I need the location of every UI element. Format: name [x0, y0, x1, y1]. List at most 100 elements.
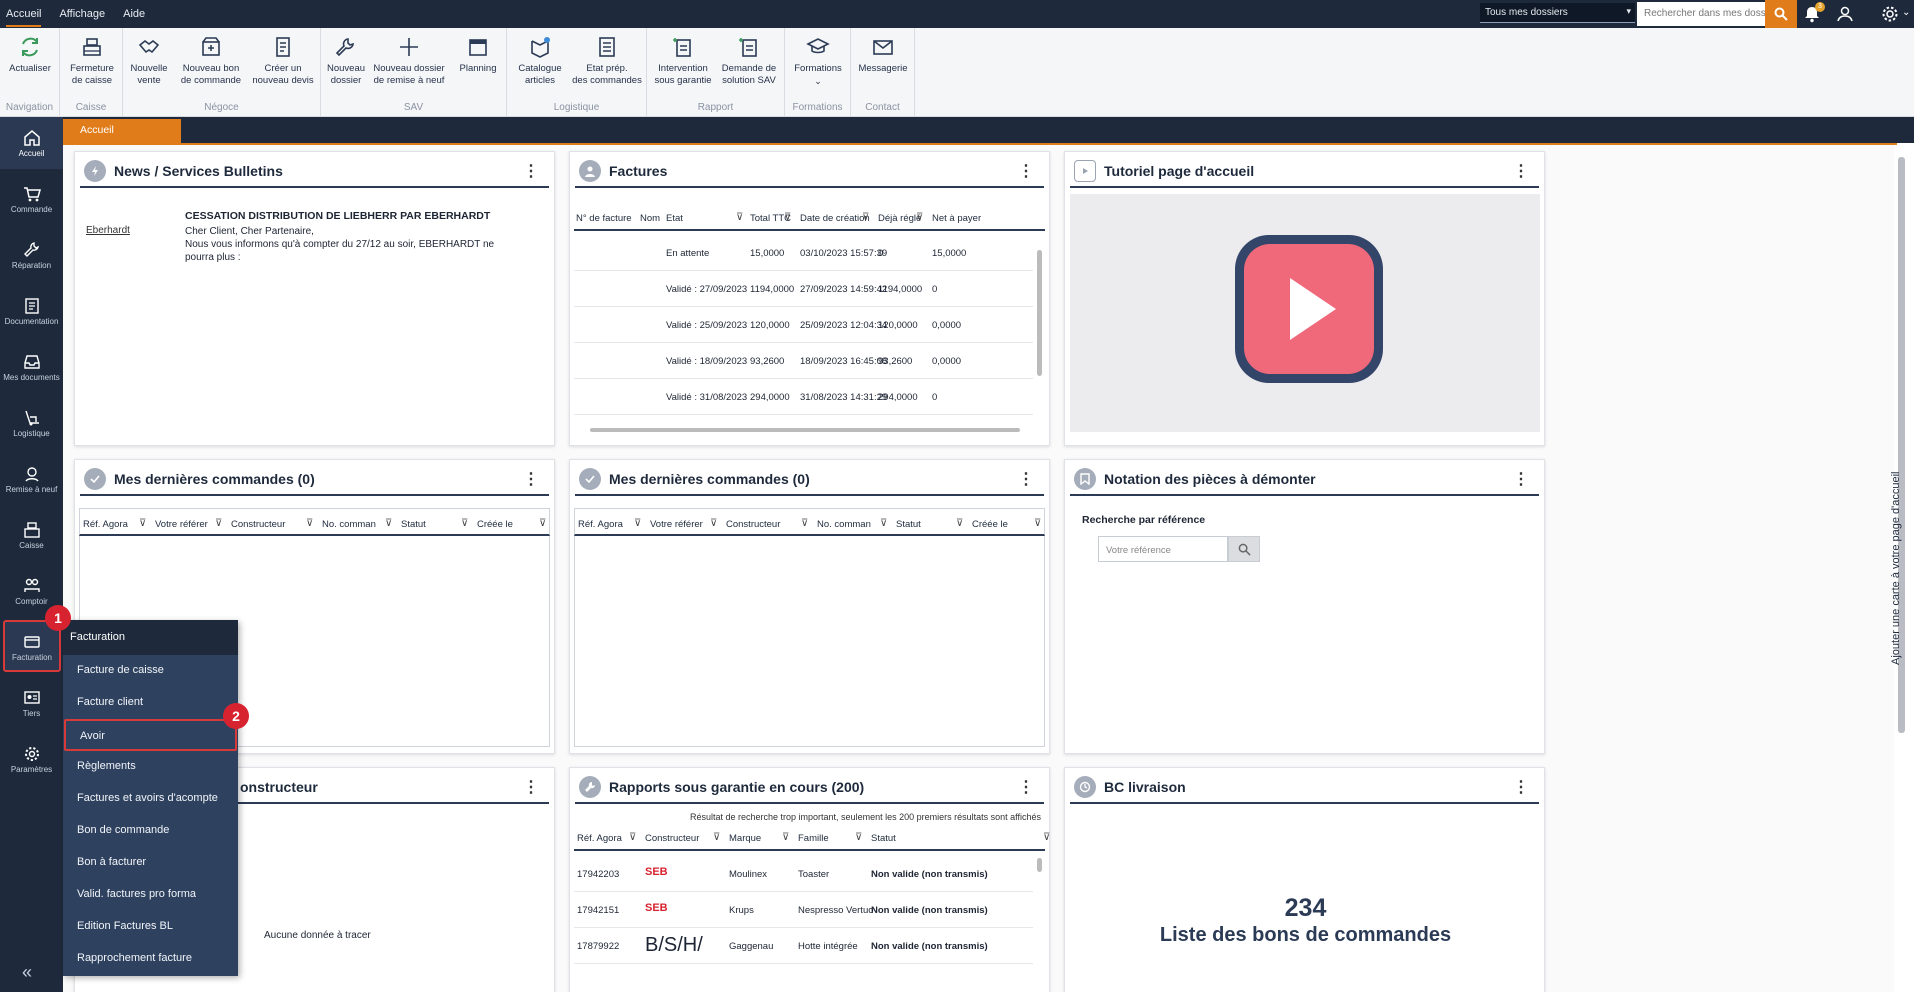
nav-logistique[interactable]: Logistique	[0, 397, 63, 449]
column-header[interactable]: Réf. Agora	[578, 519, 623, 530]
table-row[interactable]: Validé : 27/09/2023 1194,0000 27/09/2023 1…	[574, 271, 1033, 307]
table-row[interactable]: 17879922 B/S/H/Gaggenau Hotte intégrée Non …	[574, 928, 1033, 964]
menu-item-avoir[interactable]: Avoir	[64, 719, 237, 751]
nouveau-bon-commande-button[interactable]: Nouveau bon de commande	[175, 35, 247, 87]
nouvelle-vente-button[interactable]: Nouvelle vente	[126, 35, 172, 87]
filter-icon[interactable]: ⊽	[215, 518, 222, 529]
filter-icon[interactable]: ⊽	[1043, 832, 1050, 843]
more-icon[interactable]: ⋮	[523, 469, 539, 489]
filter-icon[interactable]: ⊽	[539, 518, 546, 529]
filter-icon[interactable]: ⊽	[713, 832, 720, 843]
column-header[interactable]: No. comman	[817, 519, 871, 530]
news-headline[interactable]: CESSATION DISTRIBUTION DE LIEBHERR PAR E…	[185, 210, 490, 222]
table-row[interactable]: 17942203 SEB Moulinex Toaster Non valide (no…	[574, 856, 1033, 892]
column-header[interactable]: Réf. Agora	[83, 519, 128, 530]
menu-item-acompte[interactable]: Factures et avoirs d'acompte	[63, 783, 238, 815]
nav-reparation[interactable]: Réparation	[0, 229, 63, 281]
menu-affichage[interactable]: Affichage	[59, 8, 105, 20]
more-icon[interactable]: ⋮	[1018, 777, 1034, 797]
collapse-icon[interactable]: «	[22, 962, 32, 983]
planning-button[interactable]: Planning	[455, 35, 501, 75]
column-header[interactable]: Constructeur	[231, 519, 285, 530]
filter-icon[interactable]: ⊽	[916, 212, 923, 223]
etat-preparation-button[interactable]: Etat prép. des commandes	[571, 35, 643, 87]
search-input[interactable]: Rechercher dans mes dossiers	[1637, 2, 1767, 26]
menu-item-facture-client[interactable]: Facture client	[63, 687, 238, 719]
nav-tiers[interactable]: Tiers	[0, 677, 63, 729]
filter-icon[interactable]: ⊽	[306, 518, 313, 529]
column-header[interactable]: Date de création	[800, 213, 870, 224]
reference-input[interactable]: Votre référence	[1098, 536, 1228, 562]
column-header[interactable]: Statut	[896, 519, 921, 530]
filter-icon[interactable]: ⊽	[139, 518, 146, 529]
fermeture-caisse-button[interactable]: Fermeture de caisse	[65, 35, 119, 87]
filter-icon[interactable]: ⊽	[634, 518, 641, 529]
table-row[interactable]: 17942151 SEB Krups Nespresso Vertuo Non vali…	[574, 892, 1033, 928]
dossier-select[interactable]: Tous mes dossiers ▾	[1480, 3, 1635, 23]
table-row[interactable]: Validé : 31/08/2023 294,0000 31/08/2023 14…	[574, 379, 1033, 415]
column-header[interactable]: Créée le	[972, 519, 1008, 530]
tab-accueil[interactable]: Accueil	[63, 119, 181, 143]
filter-icon[interactable]: ⊽	[862, 212, 869, 223]
menu-item-edition-bl[interactable]: Edition Factures BL	[63, 911, 238, 943]
more-icon[interactable]: ⋮	[1018, 469, 1034, 489]
actualiser-button[interactable]: Actualiser	[6, 35, 54, 75]
column-header[interactable]: Constructeur	[726, 519, 780, 530]
column-header[interactable]: Marque	[729, 833, 761, 844]
filter-icon[interactable]: ⊽	[710, 518, 717, 529]
column-header[interactable]: Statut	[871, 833, 896, 844]
column-header[interactable]: Nom	[640, 213, 660, 224]
add-card-label[interactable]: Ajouter une carte à votre page d'accueil	[1890, 472, 1902, 666]
bc-label[interactable]: Liste des bons de commandes	[1065, 924, 1546, 947]
messagerie-button[interactable]: Messagerie	[855, 35, 911, 75]
formations-button[interactable]: Formations ⌄	[789, 35, 847, 87]
menu-item-pro-forma[interactable]: Valid. factures pro forma	[63, 879, 238, 911]
demande-solution-button[interactable]: Demande de solution SAV	[719, 35, 779, 87]
search-button[interactable]	[1765, 0, 1797, 28]
column-header[interactable]: No. comman	[322, 519, 376, 530]
catalogue-articles-button[interactable]: Catalogue articles	[511, 35, 569, 87]
column-header[interactable]: Votre référer	[650, 519, 703, 530]
nav-commande[interactable]: Commande	[0, 173, 63, 225]
vertical-scrollbar[interactable]	[1036, 238, 1044, 435]
nouveau-dossier-remise-button[interactable]: Nouveau dossier de remise à neuf	[369, 35, 449, 87]
menu-item-facture-caisse[interactable]: Facture de caisse	[63, 655, 238, 687]
vertical-scrollbar[interactable]	[1036, 854, 1044, 992]
nav-parametres[interactable]: Paramètres	[0, 733, 63, 785]
column-header[interactable]: Statut	[401, 519, 426, 530]
nouveau-dossier-button[interactable]: Nouveau dossier	[325, 35, 367, 87]
bc-count[interactable]: 234	[1065, 894, 1546, 923]
horizontal-scrollbar[interactable]	[590, 428, 1020, 432]
play-icon[interactable]	[1230, 230, 1388, 388]
column-header[interactable]: Net à payer	[932, 213, 981, 224]
filter-icon[interactable]: ⊽	[629, 832, 636, 843]
reference-search-button[interactable]	[1228, 536, 1260, 562]
menu-aide[interactable]: Aide	[123, 8, 145, 20]
table-row[interactable]: Validé : 25/09/2023 120,0000 25/09/2023 12…	[574, 307, 1033, 343]
filter-icon[interactable]: ⊽	[385, 518, 392, 529]
filter-icon[interactable]: ⊽	[956, 518, 963, 529]
filter-icon[interactable]: ⊽	[784, 212, 791, 223]
video-player[interactable]	[1070, 194, 1540, 432]
scrollbar-thumb[interactable]	[1037, 858, 1042, 872]
menu-item-bon-commande[interactable]: Bon de commande	[63, 815, 238, 847]
menu-item-rapprochement[interactable]: Rapprochement facture	[63, 943, 238, 975]
user-icon[interactable]	[1835, 4, 1855, 24]
column-header[interactable]: Votre référer	[155, 519, 208, 530]
filter-icon[interactable]: ⊽	[1034, 518, 1041, 529]
more-icon[interactable]: ⋮	[523, 777, 539, 797]
nav-mes-documents[interactable]: Mes documents	[0, 341, 63, 393]
nav-caisse[interactable]: Caisse	[0, 509, 63, 561]
filter-icon[interactable]: ⊽	[880, 518, 887, 529]
more-icon[interactable]: ⋮	[1513, 777, 1529, 797]
filter-icon[interactable]: ⊽	[855, 832, 862, 843]
filter-icon[interactable]: ⊽	[782, 832, 789, 843]
column-header[interactable]: N° de facture	[576, 213, 632, 224]
menu-item-reglements[interactable]: Règlements	[63, 751, 238, 783]
column-header[interactable]: Famille	[798, 833, 829, 844]
table-row[interactable]: Validé : 18/09/2023 93,2600 18/09/2023 16:…	[574, 343, 1033, 379]
menu-accueil[interactable]: Accueil	[6, 2, 42, 27]
menu-item-bon-facturer[interactable]: Bon à facturer	[63, 847, 238, 879]
filter-icon[interactable]: ⊽	[461, 518, 468, 529]
column-header[interactable]: Etat	[666, 213, 683, 224]
